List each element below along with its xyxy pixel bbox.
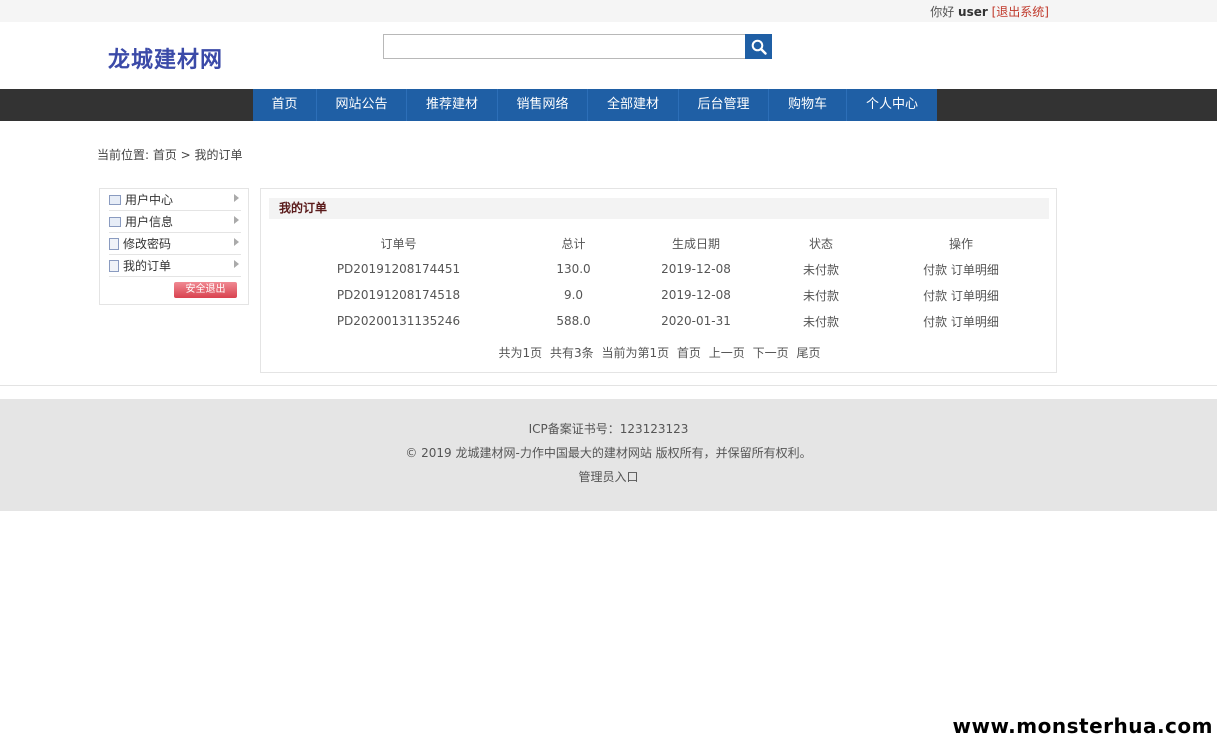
panel-title: 我的订单 [269, 198, 1049, 219]
order-id: PD20200131135246 [336, 314, 461, 328]
order-actions: 付款 订单明细 [881, 256, 1041, 282]
pay-link[interactable]: 付款 [923, 289, 947, 303]
pager-total-pages: 共为1页 [498, 346, 543, 360]
pay-link[interactable]: 付款 [923, 263, 947, 277]
order-total: 9.0 [563, 288, 584, 302]
nav-item-home[interactable]: 首页 [253, 89, 317, 121]
arrow-right-icon [234, 260, 239, 268]
main-nav: 首页 网站公告 推荐建材 销售网络 全部建材 后台管理 购物车 个人中心 [253, 89, 937, 121]
sidebar-item-label: 用户中心 [125, 193, 174, 207]
site-logo[interactable]: 龙城建材网 [108, 42, 223, 74]
admin-entry-link[interactable]: 管理员入口 [0, 468, 1217, 485]
sidebar-item-label: 修改密码 [123, 237, 172, 251]
pager-total-items: 共有3条 [549, 346, 594, 360]
header: 龙城建材网 [0, 22, 1217, 89]
user-card-icon [109, 216, 121, 227]
sidebar-item-label: 用户信息 [125, 215, 174, 229]
order-actions: 付款 订单明细 [881, 282, 1041, 308]
orders-table: 订单号 总计 生成日期 状态 操作 PD20191208174451 130.0… [281, 230, 1041, 334]
table-row: PD20191208174451 130.0 2019-12-08 未付款 付款… [281, 256, 1041, 282]
search-icon [751, 39, 767, 55]
table-row: PD20191208174518 9.0 2019-12-08 未付款 付款 订… [281, 282, 1041, 308]
col-header-total: 总计 [561, 236, 586, 251]
username: user [958, 5, 988, 19]
order-status: 未付款 [802, 314, 839, 329]
pagination: 共为1页 共有3条 当前为第1页 首页 上一页 下一页 尾页 [261, 344, 1058, 361]
pay-link[interactable]: 付款 [923, 315, 947, 329]
pager-last[interactable]: 尾页 [796, 346, 820, 360]
search-input[interactable] [383, 34, 745, 59]
greeting-text: 你好 [930, 5, 959, 19]
arrow-right-icon [234, 194, 239, 202]
col-header-action: 操作 [948, 236, 973, 251]
footer: ICP备案证书号：123123123 © 2019 龙城建材网-力作中国最大的建… [0, 399, 1217, 511]
watermark: www.monsterhua.com [952, 714, 1213, 738]
order-detail-link[interactable]: 订单明细 [951, 289, 999, 303]
order-date: 2020-01-31 [661, 314, 731, 328]
breadcrumb: 当前位置: 首页 > 我的订单 [97, 148, 243, 162]
pager-first[interactable]: 首页 [677, 346, 701, 360]
top-bar: 你好 user [退出系统] [0, 0, 1217, 22]
nav-item-personal-center[interactable]: 个人中心 [847, 89, 937, 121]
order-id: PD20191208174451 [336, 262, 461, 276]
order-detail-link[interactable]: 订单明细 [951, 315, 999, 329]
search-button[interactable] [745, 34, 772, 59]
col-header-date: 生成日期 [671, 236, 720, 251]
copyright: © 2019 龙城建材网-力作中国最大的建材网站 版权所有，并保留所有权利。 [405, 446, 812, 460]
table-header-row: 订单号 总计 生成日期 状态 操作 [281, 230, 1041, 256]
order-id: PD20191208174518 [336, 288, 461, 302]
nav-item-sales-network[interactable]: 销售网络 [498, 89, 588, 121]
orders-panel: 我的订单 订单号 总计 生成日期 状态 操作 PD20191208174451 … [260, 188, 1057, 373]
arrow-right-icon [234, 216, 239, 224]
pager-next[interactable]: 下一页 [753, 346, 789, 360]
order-total: 130.0 [556, 262, 591, 276]
nav-item-all-materials[interactable]: 全部建材 [588, 89, 679, 121]
safe-logout-button[interactable]: 安全退出 [174, 282, 237, 298]
order-total: 588.0 [556, 314, 591, 328]
logout-link[interactable]: [退出系统] [992, 5, 1049, 19]
arrow-right-icon [234, 238, 239, 246]
icp-number: ICP备案证书号：123123123 [528, 422, 689, 436]
nav-item-cart[interactable]: 购物车 [769, 89, 847, 121]
col-header-status: 状态 [808, 236, 833, 251]
sidebar-item-user-info[interactable]: 用户信息 [109, 211, 241, 233]
sidebar-item-change-password[interactable]: 修改密码 [109, 233, 241, 255]
col-header-order-id: 订单号 [380, 236, 417, 251]
user-greeting: 你好 user [退出系统] [930, 3, 1049, 20]
document-icon [109, 259, 119, 272]
nav-item-recommended[interactable]: 推荐建材 [407, 89, 498, 121]
sidebar: 用户中心 用户信息 修改密码 我的订单 安全退出 [99, 188, 249, 305]
document-icon [109, 237, 119, 250]
pager-prev[interactable]: 上一页 [709, 346, 745, 360]
nav-item-admin[interactable]: 后台管理 [679, 89, 769, 121]
nav-bar: 首页 网站公告 推荐建材 销售网络 全部建材 后台管理 购物车 个人中心 [0, 89, 1217, 121]
footer-divider [0, 385, 1217, 386]
order-status: 未付款 [802, 288, 839, 303]
pager-current: 当前为第1页 [601, 346, 670, 360]
order-status: 未付款 [802, 262, 839, 277]
sidebar-item-my-orders[interactable]: 我的订单 [109, 255, 241, 277]
nav-item-announcements[interactable]: 网站公告 [317, 89, 407, 121]
order-date: 2019-12-08 [661, 288, 731, 302]
search-bar [383, 34, 772, 59]
table-row: PD20200131135246 588.0 2020-01-31 未付款 付款… [281, 308, 1041, 334]
order-date: 2019-12-08 [661, 262, 731, 276]
sidebar-item-user-center[interactable]: 用户中心 [109, 189, 241, 211]
sidebar-item-label: 我的订单 [123, 259, 172, 273]
order-detail-link[interactable]: 订单明细 [951, 263, 999, 277]
order-actions: 付款 订单明细 [881, 308, 1041, 334]
user-card-icon [109, 194, 121, 205]
